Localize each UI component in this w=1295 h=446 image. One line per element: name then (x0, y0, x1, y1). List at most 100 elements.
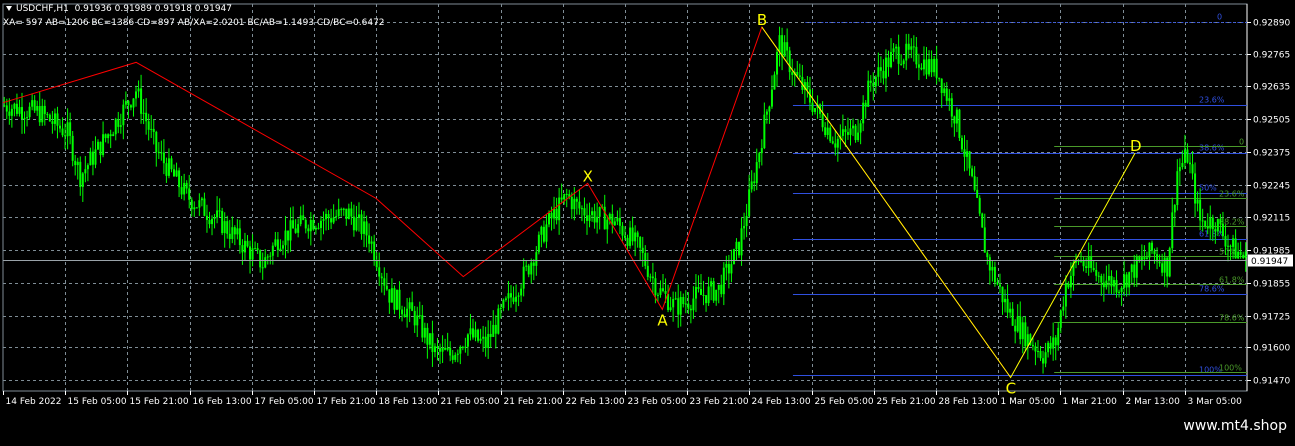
candle-body (492, 324, 495, 337)
candle-body (38, 106, 41, 123)
candle-body (1211, 217, 1214, 230)
candle-body (953, 116, 956, 124)
candle-body (271, 245, 274, 256)
candle-body (140, 88, 143, 114)
candle-body (583, 208, 586, 216)
candle-body (910, 46, 913, 50)
candle-body (1024, 322, 1027, 347)
candle-body (256, 248, 259, 251)
dropdown-triangle-icon[interactable] (6, 5, 12, 11)
candle-body (565, 193, 568, 195)
candle-body (112, 134, 115, 137)
candle-body (1006, 298, 1009, 313)
candle-body (575, 198, 578, 202)
x-tick-label: 28 Feb 13:00 (939, 397, 998, 407)
candle-body (342, 208, 345, 210)
x-tick-label: 23 Feb 21:00 (690, 397, 749, 407)
candle-body (811, 102, 814, 112)
candle-body (94, 149, 97, 165)
x-tick-label: 1 Mar 21:00 (1063, 397, 1118, 407)
candle-body (337, 209, 340, 217)
candle-body (646, 265, 649, 277)
candle-body (459, 346, 462, 354)
candle-body (631, 227, 634, 242)
y-tick-label: 0.91470 (1253, 377, 1290, 387)
x-tick-label: 15 Feb 21:00 (130, 397, 189, 407)
x-tick-label: 16 Feb 13:00 (193, 397, 252, 407)
candle-body (56, 113, 59, 126)
candle-body (821, 113, 824, 128)
candle-body (456, 353, 459, 355)
candle-body (882, 70, 885, 79)
candle-body (527, 265, 530, 275)
candle-body (449, 347, 452, 356)
y-tick-label: 0.92635 (1253, 83, 1290, 93)
candle-body (340, 209, 343, 211)
candle-body (532, 262, 535, 266)
candle-body (355, 217, 358, 231)
y-tick-label: 0.92765 (1253, 51, 1290, 61)
candle-body (588, 215, 591, 221)
candle-body (537, 234, 540, 253)
candle-body (357, 214, 360, 218)
candle-body (621, 225, 624, 236)
candle-body (955, 109, 958, 124)
x-tick-label: 25 Feb 21:00 (877, 397, 936, 407)
candle-body (231, 227, 234, 239)
candle-body (1133, 264, 1136, 278)
candle-body (1049, 342, 1052, 349)
candle-body (849, 128, 852, 135)
candle-body (1224, 236, 1227, 247)
candle-body (1221, 223, 1224, 237)
candle-body (347, 208, 350, 219)
candle-body (59, 125, 62, 129)
candle-body (398, 289, 401, 310)
candle-body (540, 226, 543, 235)
candle-body (641, 247, 644, 254)
candle-body (859, 123, 862, 133)
candle-body (46, 114, 49, 116)
candle-body (748, 189, 751, 217)
candle-body (950, 98, 953, 117)
candle-body (1069, 275, 1072, 288)
candle-body (18, 107, 21, 114)
candle-body (497, 308, 500, 334)
x-tick-label: 22 Feb 13:00 (566, 397, 625, 407)
candle-body (135, 91, 138, 99)
candle-body (109, 134, 112, 137)
candle-body (1173, 205, 1176, 213)
chart-canvas[interactable]: 0.92890 0.92765 0.92635 0.92505 0.92375 0.922… (0, 0, 1295, 442)
candle-body (1054, 337, 1057, 346)
candle-body (966, 151, 969, 157)
candle-body (917, 64, 920, 68)
candle-body (441, 347, 444, 352)
candle-body (393, 288, 396, 310)
candle-body (213, 217, 216, 219)
fib-label: 23.6% (1199, 96, 1225, 105)
candle-body (1186, 149, 1189, 163)
candle-body (431, 333, 434, 353)
candle-body (418, 315, 421, 317)
candle-body (211, 218, 214, 225)
candle-body (1209, 217, 1212, 229)
candle-body (1039, 351, 1042, 359)
candle-body (484, 336, 487, 349)
candle-body (900, 63, 903, 65)
candle-body (639, 236, 642, 248)
candle-body (753, 181, 756, 184)
candle-body (1047, 342, 1050, 353)
candle-body (276, 239, 279, 251)
candle-body (656, 294, 659, 296)
y-tick-label: 0.91600 (1253, 344, 1290, 354)
price-chart[interactable]: 0.92890 0.92765 0.92635 0.92505 0.92375 0.922… (0, 0, 1295, 442)
candle-body (547, 212, 550, 225)
candle-body (730, 264, 733, 274)
candle-body (426, 327, 429, 345)
candle-body (912, 46, 915, 48)
candle-body (1242, 254, 1245, 258)
candle-body (560, 197, 563, 200)
candle-body (943, 88, 946, 93)
candle-body (466, 334, 469, 347)
candle-body (1188, 162, 1191, 165)
candle-body (360, 214, 363, 234)
